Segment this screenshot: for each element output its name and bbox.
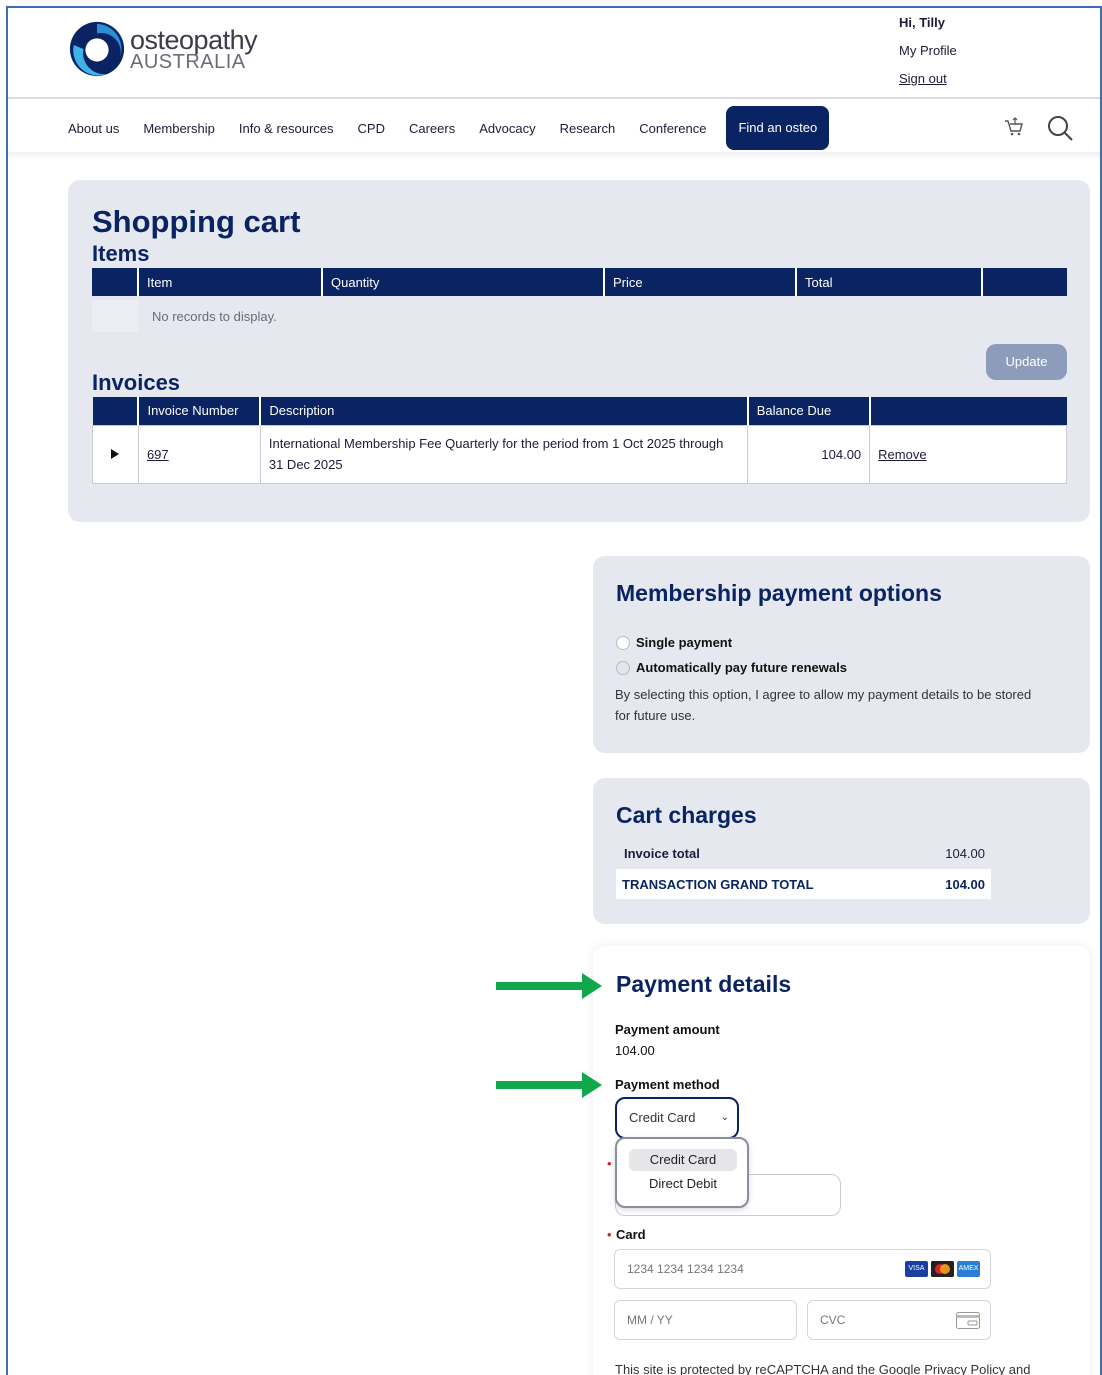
auto-renew-option[interactable]: Automatically pay future renewals bbox=[616, 660, 847, 675]
invoice-total-label: Invoice total bbox=[624, 845, 700, 861]
invoice-total-value: 104.00 bbox=[945, 845, 985, 861]
items-col-total[interactable]: Total bbox=[795, 268, 982, 296]
user-menu: Hi, Tilly My Profile Sign out bbox=[899, 14, 957, 98]
cvc-placeholder: CVC bbox=[820, 1313, 846, 1327]
items-col-actions bbox=[981, 268, 1067, 296]
expand-arrow-icon[interactable] bbox=[111, 448, 120, 459]
auto-renew-label: Automatically pay future renewals bbox=[636, 660, 847, 675]
nav-item-cpd[interactable]: CPD bbox=[358, 121, 385, 136]
green-arrow-icon bbox=[496, 973, 602, 999]
table-row: 697 International Membership Fee Quarter… bbox=[92, 424, 1067, 484]
grand-total-value: 104.00 bbox=[945, 876, 985, 892]
header-divider bbox=[8, 97, 1100, 99]
cvc-card-icon bbox=[956, 1312, 980, 1329]
logo-line1: osteopathy bbox=[130, 24, 258, 55]
search-icon[interactable] bbox=[1046, 114, 1074, 142]
items-col-expand bbox=[92, 268, 138, 296]
nav-item-careers[interactable]: Careers bbox=[409, 121, 455, 136]
chevron-down-icon: ⌄ bbox=[720, 1112, 729, 1123]
expiry-placeholder: MM / YY bbox=[627, 1313, 673, 1327]
green-arrow-icon bbox=[496, 1072, 602, 1098]
card-brands: VISA AMEX bbox=[905, 1261, 980, 1277]
option-direct-debit[interactable]: Direct Debit bbox=[629, 1173, 737, 1195]
required-marker: • bbox=[607, 1227, 612, 1242]
invoice-col-description[interactable]: Description bbox=[259, 397, 748, 425]
payment-method-selected: Credit Card bbox=[629, 1110, 696, 1125]
main-nav: About us Membership Info & resources CPD… bbox=[68, 104, 853, 152]
invoice-description: International Membership Fee Quarterly f… bbox=[259, 424, 749, 484]
my-profile-link[interactable]: My Profile bbox=[899, 42, 957, 70]
no-records-cell bbox=[92, 300, 138, 332]
payment-options-title: Membership payment options bbox=[616, 580, 942, 606]
option-credit-card[interactable]: Credit Card bbox=[629, 1149, 737, 1171]
auto-renew-radio[interactable] bbox=[616, 660, 630, 675]
payment-method-select[interactable]: Credit Card ⌄ bbox=[615, 1097, 739, 1139]
items-col-item[interactable]: Item bbox=[137, 268, 322, 296]
recaptcha-notice: This site is protected by reCAPTCHA and … bbox=[615, 1362, 1031, 1375]
user-greeting: Hi, Tilly bbox=[899, 15, 945, 30]
items-col-price[interactable]: Price bbox=[603, 268, 796, 296]
invoice-col-expand bbox=[92, 397, 139, 425]
grand-total-row: TRANSACTION GRAND TOTAL 104.00 bbox=[616, 869, 991, 899]
logo-line2: AUSTRALIA bbox=[130, 50, 246, 73]
visa-icon: VISA bbox=[905, 1261, 928, 1277]
invoice-balance: 104.00 bbox=[747, 424, 871, 484]
payment-amount-label: Payment amount bbox=[615, 1022, 720, 1037]
mastercard-icon bbox=[931, 1261, 954, 1277]
cart-charges-title: Cart charges bbox=[616, 802, 757, 828]
nav-item-advocacy[interactable]: Advocacy bbox=[479, 121, 535, 136]
amex-icon: AMEX bbox=[957, 1261, 980, 1277]
invoice-col-number[interactable]: Invoice Number bbox=[137, 397, 261, 425]
invoices-table: Invoice Number Description Balance Due 6… bbox=[92, 397, 1067, 484]
card-number-placeholder: 1234 1234 1234 1234 bbox=[627, 1262, 744, 1276]
payment-details-title: Payment details bbox=[616, 971, 792, 997]
items-table: Item Quantity Price Total bbox=[92, 268, 1067, 296]
invoice-col-balance[interactable]: Balance Due bbox=[746, 397, 870, 425]
payment-amount-value: 104.00 bbox=[615, 1043, 655, 1058]
items-col-quantity[interactable]: Quantity bbox=[321, 268, 604, 296]
nav-item-research[interactable]: Research bbox=[560, 121, 616, 136]
invoice-number-link[interactable]: 697 bbox=[147, 447, 169, 462]
invoices-heading: Invoices bbox=[92, 370, 181, 395]
nav-item-membership[interactable]: Membership bbox=[143, 121, 215, 136]
nav-item-conference[interactable]: Conference bbox=[639, 121, 706, 136]
page-title: Shopping cart bbox=[92, 204, 301, 239]
site-logo[interactable]: osteopathy AUSTRALIA bbox=[68, 20, 258, 78]
required-marker: • bbox=[607, 1156, 612, 1171]
card-label: Card bbox=[616, 1227, 646, 1242]
grand-total-label: TRANSACTION GRAND TOTAL bbox=[622, 876, 814, 892]
osteopathy-logo-icon bbox=[69, 21, 125, 77]
nav-item-about-us[interactable]: About us bbox=[68, 121, 119, 136]
cart-icon[interactable] bbox=[1003, 116, 1025, 138]
nav-item-info-resources[interactable]: Info & resources bbox=[239, 121, 334, 136]
invoice-total-row: Invoice total 104.00 bbox=[616, 838, 991, 868]
single-payment-option[interactable]: Single payment bbox=[616, 635, 732, 650]
payment-method-label: Payment method bbox=[615, 1077, 720, 1092]
single-payment-radio[interactable] bbox=[616, 635, 630, 650]
items-heading: Items bbox=[92, 241, 150, 266]
invoice-col-actions bbox=[868, 397, 1067, 425]
payment-method-dropdown: Credit Card Direct Debit bbox=[615, 1137, 749, 1208]
row-expand-cell[interactable] bbox=[92, 424, 139, 484]
remove-invoice-link[interactable]: Remove bbox=[878, 447, 926, 462]
sign-out-link[interactable]: Sign out bbox=[899, 71, 947, 86]
single-payment-label: Single payment bbox=[636, 635, 733, 650]
card-number-input[interactable]: 1234 1234 1234 1234 VISA AMEX bbox=[614, 1249, 991, 1289]
update-button[interactable]: Update bbox=[986, 344, 1067, 380]
nav-shadow bbox=[8, 152, 1100, 160]
no-records-text: No records to display. bbox=[152, 309, 277, 324]
auto-renew-note: By selecting this option, I agree to all… bbox=[615, 687, 1032, 723]
find-an-osteo-button[interactable]: Find an osteo bbox=[726, 106, 830, 150]
card-cvc-input[interactable]: CVC bbox=[807, 1300, 991, 1340]
card-expiry-input[interactable]: MM / YY bbox=[614, 1300, 797, 1340]
